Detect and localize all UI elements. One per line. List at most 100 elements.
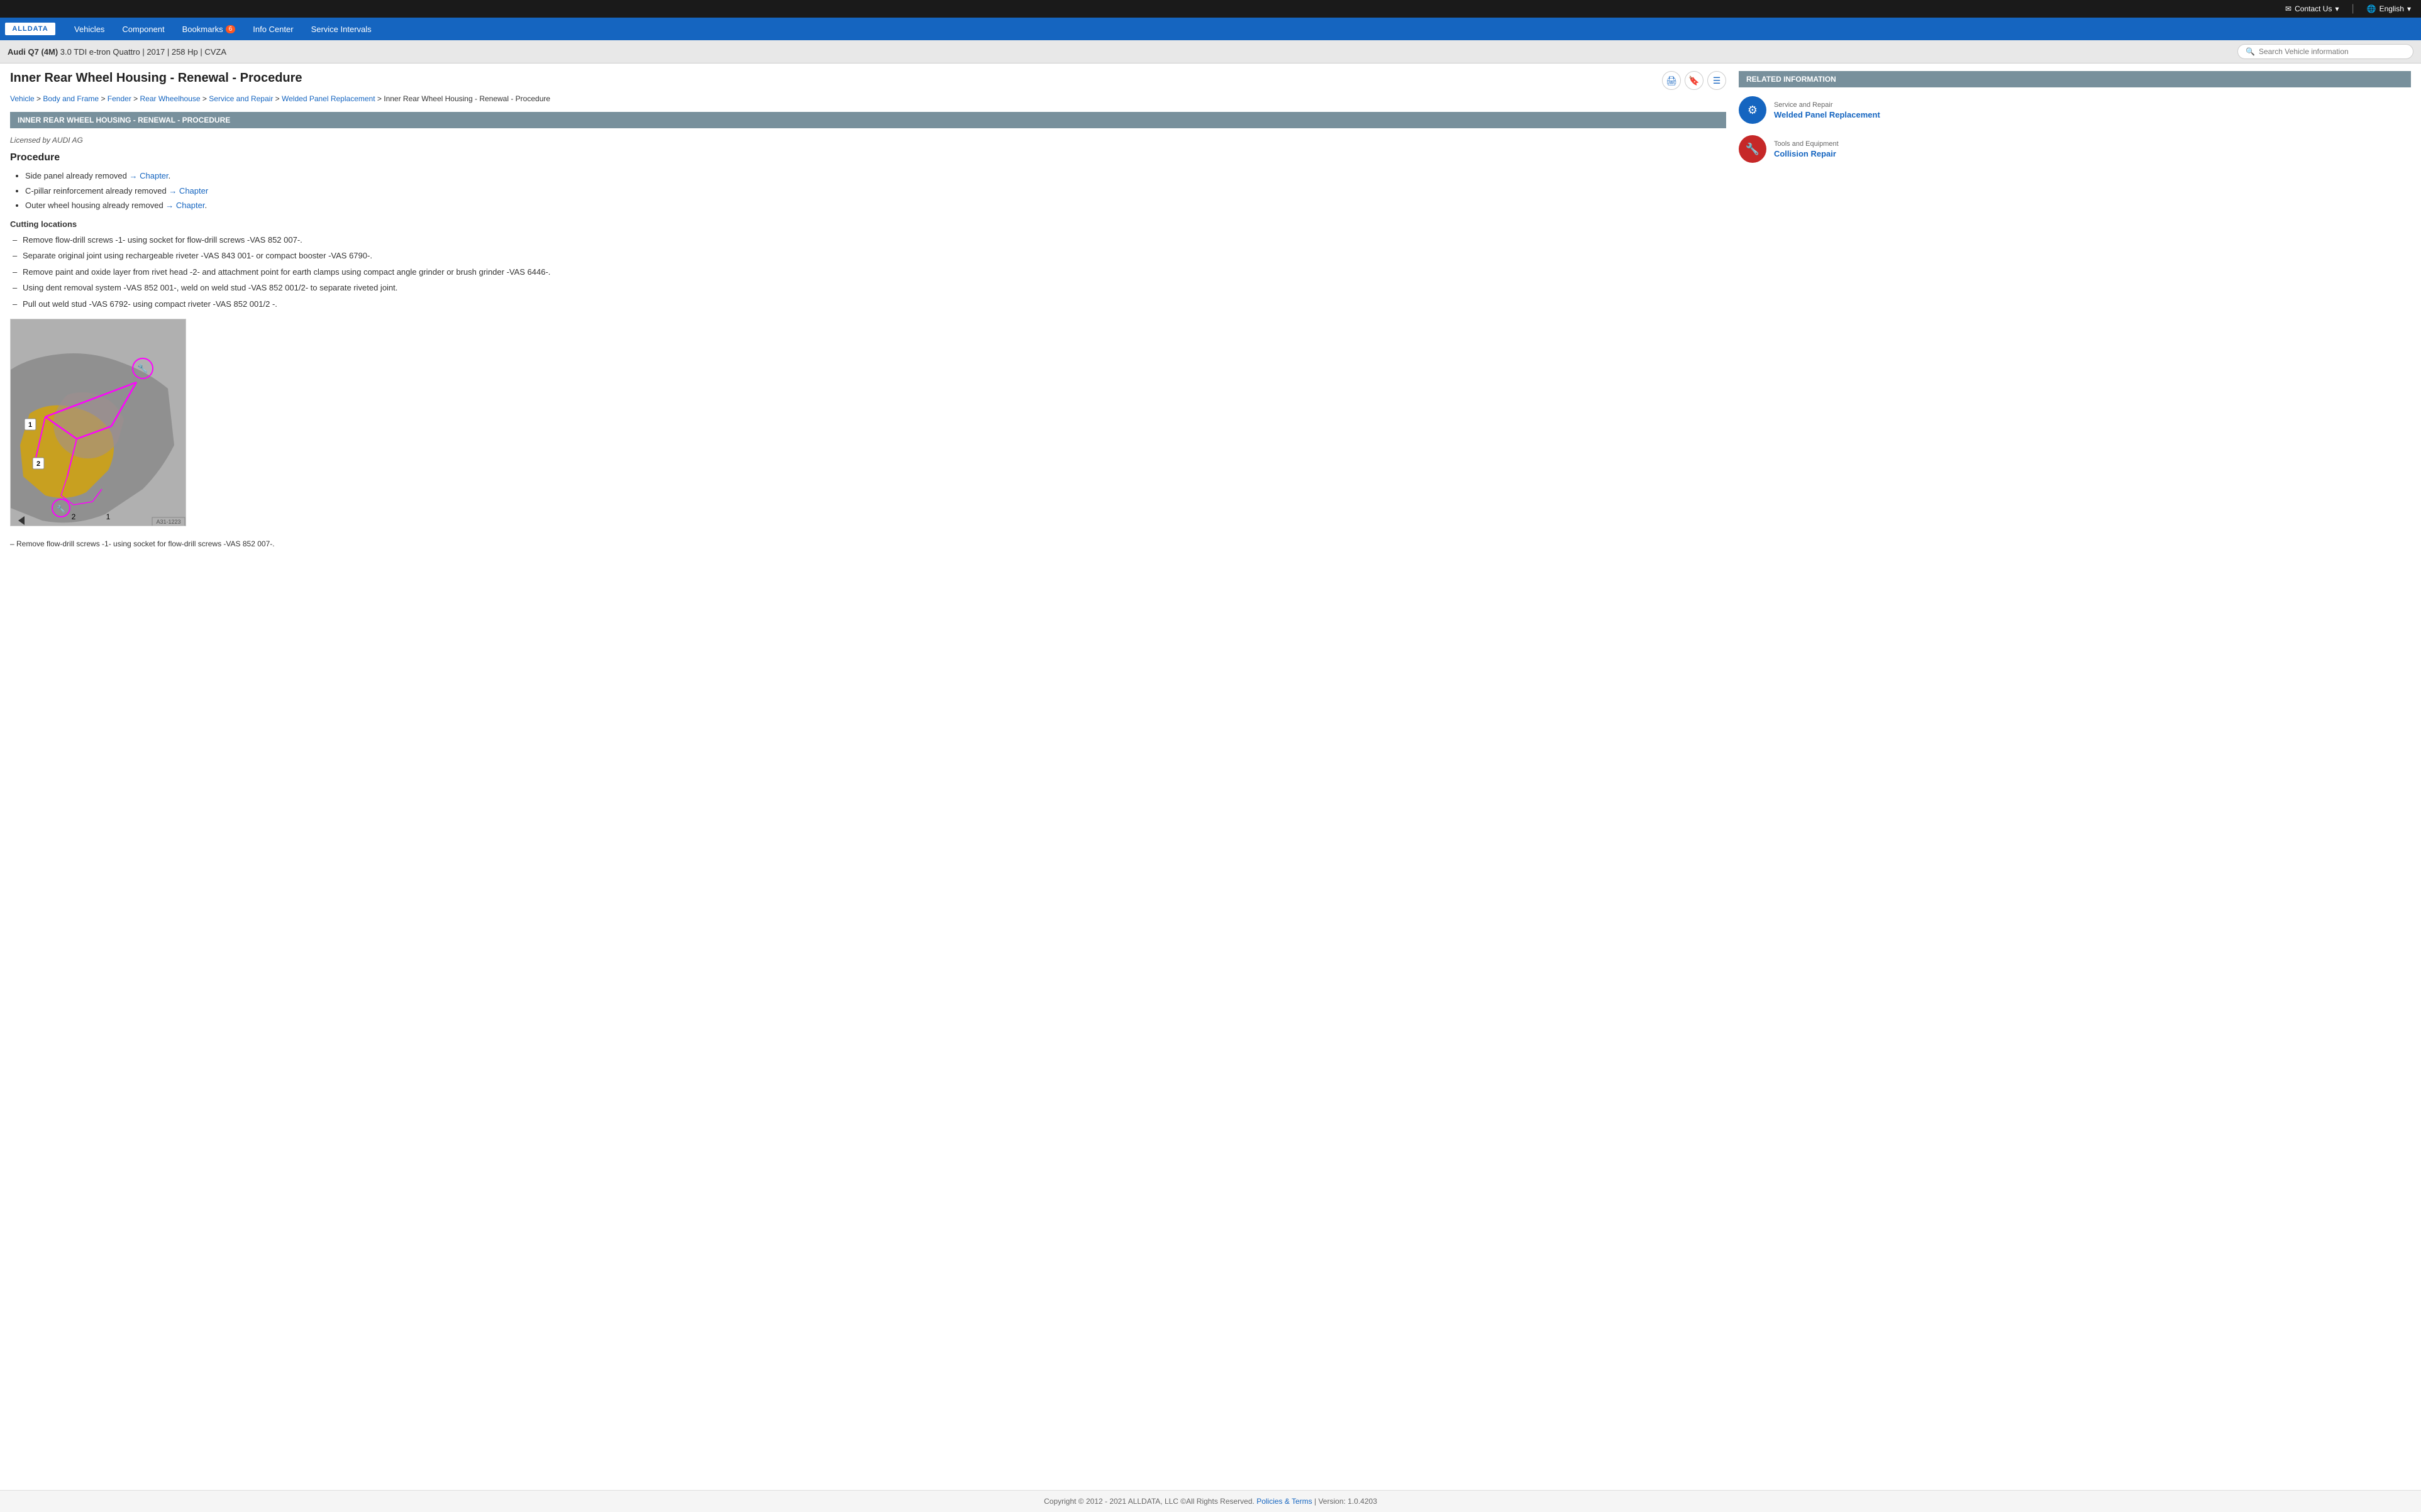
related-category-0: Service and Repair	[1774, 101, 1880, 109]
content-left: Inner Rear Wheel Housing - Renewal - Pro…	[10, 71, 1726, 548]
related-item-0[interactable]: ⚙ Service and Repair Welded Panel Replac…	[1739, 96, 2411, 124]
language-label: English	[2379, 4, 2404, 13]
related-category-1: Tools and Equipment	[1774, 140, 1839, 148]
search-box[interactable]	[2237, 44, 2413, 59]
breadcrumb: Vehicle > Body and Frame > Fender > Rear…	[10, 94, 1726, 103]
top-bar: Contact Us | English	[0, 0, 2421, 18]
related-text-1: Tools and Equipment Collision Repair	[1774, 140, 1839, 158]
related-icon-tools: 🔧	[1739, 135, 1766, 163]
section-header: INNER REAR WHEEL HOUSING - RENEWAL - PRO…	[10, 112, 1726, 128]
breadcrumb-welded[interactable]: Welded Panel Replacement	[282, 94, 375, 103]
list-item: Remove paint and oxide layer from rivet …	[23, 266, 1726, 279]
search-input[interactable]	[2259, 47, 2405, 56]
toc-button[interactable]	[1707, 71, 1726, 90]
breadcrumb-service-repair[interactable]: Service and Repair	[209, 94, 273, 103]
nav-bookmarks-label: Bookmarks	[182, 25, 223, 34]
nav-component-label: Component	[122, 25, 164, 34]
alldata-logo[interactable]: ALLDATA	[5, 23, 55, 35]
contact-label: Contact Us	[2295, 4, 2332, 13]
vehicle-info: Audi Q7 (4M) 3.0 TDI e-tron Quattro | 20…	[8, 47, 226, 57]
related-link-0[interactable]: Welded Panel Replacement	[1774, 110, 1880, 119]
chapter-link-3[interactable]: → Chapter	[165, 201, 204, 210]
bullet-text-3: Outer wheel housing already removed	[25, 201, 165, 210]
svg-text:🔧: 🔧	[57, 504, 65, 513]
nav-service-label: Service Intervals	[311, 25, 372, 34]
bookmark-button[interactable]	[1685, 71, 1704, 90]
list-item: Pull out weld stud -VAS 6792- using comp…	[23, 298, 1726, 311]
list-item: Side panel already removed → Chapter.	[25, 170, 1726, 182]
main-wrapper: Inner Rear Wheel Housing - Renewal - Pro…	[0, 63, 2421, 556]
divider: |	[2352, 3, 2354, 14]
footer-version: | Version: 1.0.4203	[1314, 1497, 1377, 1506]
diagram-svg: 1 2 1 2 🔧 🔧 A31-1223	[11, 319, 186, 526]
breadcrumb-rear-wheelhouse[interactable]: Rear Wheelhouse	[140, 94, 201, 103]
footer: Copyright © 2012 - 2021 ALLDATA, LLC ©Al…	[0, 1490, 2421, 1512]
vehicle-bar: Audi Q7 (4M) 3.0 TDI e-tron Quattro | 20…	[0, 40, 2421, 63]
nav-service-intervals[interactable]: Service Intervals	[302, 18, 380, 40]
print-button[interactable]	[1662, 71, 1681, 90]
contact-chevron-icon	[2335, 4, 2339, 13]
breadcrumb-fender[interactable]: Fender	[108, 94, 131, 103]
cutting-title: Cutting locations	[10, 219, 1726, 229]
list-item: Using dent removal system -VAS 852 001-,…	[23, 282, 1726, 294]
svg-text:🔧: 🔧	[137, 363, 148, 374]
content-right: RELATED INFORMATION ⚙ Service and Repair…	[1739, 71, 2411, 548]
svg-text:A31-1223: A31-1223	[156, 519, 180, 525]
svg-text:1: 1	[28, 421, 32, 429]
bullet-text-1: Side panel already removed	[25, 171, 130, 180]
related-icon-service: ⚙	[1739, 96, 1766, 124]
language-chevron-icon	[2407, 4, 2411, 13]
page-title: Inner Rear Wheel Housing - Renewal - Pro…	[10, 71, 302, 86]
svg-text:2: 2	[72, 512, 76, 521]
mail-icon	[2285, 4, 2291, 13]
main-content: Inner Rear Wheel Housing - Renewal - Pro…	[0, 63, 2421, 556]
list-item: Remove flow-drill screws -1- using socke…	[23, 234, 1726, 246]
nav-info-center[interactable]: Info Center	[244, 18, 302, 40]
globe-icon	[2367, 4, 2376, 13]
title-row: Inner Rear Wheel Housing - Renewal - Pro…	[10, 71, 1726, 91]
nav-bookmarks[interactable]: Bookmarks 6	[174, 18, 245, 40]
procedure-title: Procedure	[10, 152, 1726, 163]
footer-policies-link[interactable]: Policies & Terms	[1256, 1497, 1312, 1506]
title-actions	[1662, 71, 1726, 90]
list-item: Separate original joint using rechargeab…	[23, 250, 1726, 262]
breadcrumb-body-frame[interactable]: Body and Frame	[43, 94, 99, 103]
bookmarks-badge: 6	[226, 25, 236, 33]
related-text-0: Service and Repair Welded Panel Replacem…	[1774, 101, 1880, 119]
nav-vehicles[interactable]: Vehicles	[65, 18, 113, 40]
nav-component[interactable]: Component	[113, 18, 173, 40]
breadcrumb-vehicle[interactable]: Vehicle	[10, 94, 35, 103]
vehicle-name: Audi Q7 (4M)	[8, 47, 58, 57]
bullet-text-2: C-pillar reinforcement already removed	[25, 186, 169, 196]
diagram-container[interactable]: 1 2 1 2 🔧 🔧 A31-1223	[10, 319, 186, 526]
related-header: RELATED INFORMATION	[1739, 71, 2411, 87]
list-item: C-pillar reinforcement already removed →…	[25, 185, 1726, 197]
nav-bar: ALLDATA Vehicles Component Bookmarks 6 I…	[0, 18, 2421, 40]
print-icon	[1666, 75, 1677, 86]
svg-text:1: 1	[106, 512, 111, 521]
related-link-1[interactable]: Collision Repair	[1774, 149, 1836, 158]
diagram-caption: Remove flow-drill screws -1- using socke…	[10, 539, 1726, 548]
nav-vehicles-label: Vehicles	[74, 25, 104, 34]
footer-copyright: Copyright © 2012 - 2021 ALLDATA, LLC ©Al…	[1044, 1497, 1255, 1506]
service-icon: ⚙	[1748, 104, 1758, 117]
bookmark-icon	[1688, 75, 1699, 86]
search-icon	[2246, 47, 2255, 56]
diagram-caption-text: Remove flow-drill screws -1- using socke…	[16, 539, 275, 548]
contact-us-button[interactable]: Contact Us	[2285, 4, 2339, 13]
vehicle-specs: 3.0 TDI e-tron Quattro | 2017 | 258 Hp |…	[60, 47, 226, 57]
tools-icon: 🔧	[1746, 143, 1759, 156]
nav-info-label: Info Center	[253, 25, 293, 34]
chapter-link-2[interactable]: → Chapter	[169, 186, 208, 196]
list-icon	[1713, 75, 1721, 86]
svg-text:2: 2	[36, 460, 40, 468]
language-selector[interactable]: English	[2367, 4, 2411, 13]
related-item-1[interactable]: 🔧 Tools and Equipment Collision Repair	[1739, 135, 2411, 163]
logo-text: ALLDATA	[5, 23, 55, 35]
list-item: Outer wheel housing already removed → Ch…	[25, 199, 1726, 212]
breadcrumb-current: Inner Rear Wheel Housing - Renewal - Pro…	[384, 94, 550, 103]
prerequisite-list: Side panel already removed → Chapter. C-…	[10, 170, 1726, 212]
licensed-text: Licensed by AUDI AG	[10, 136, 1726, 145]
cutting-list: Remove flow-drill screws -1- using socke…	[10, 234, 1726, 311]
chapter-link-1[interactable]: → Chapter	[130, 171, 169, 180]
